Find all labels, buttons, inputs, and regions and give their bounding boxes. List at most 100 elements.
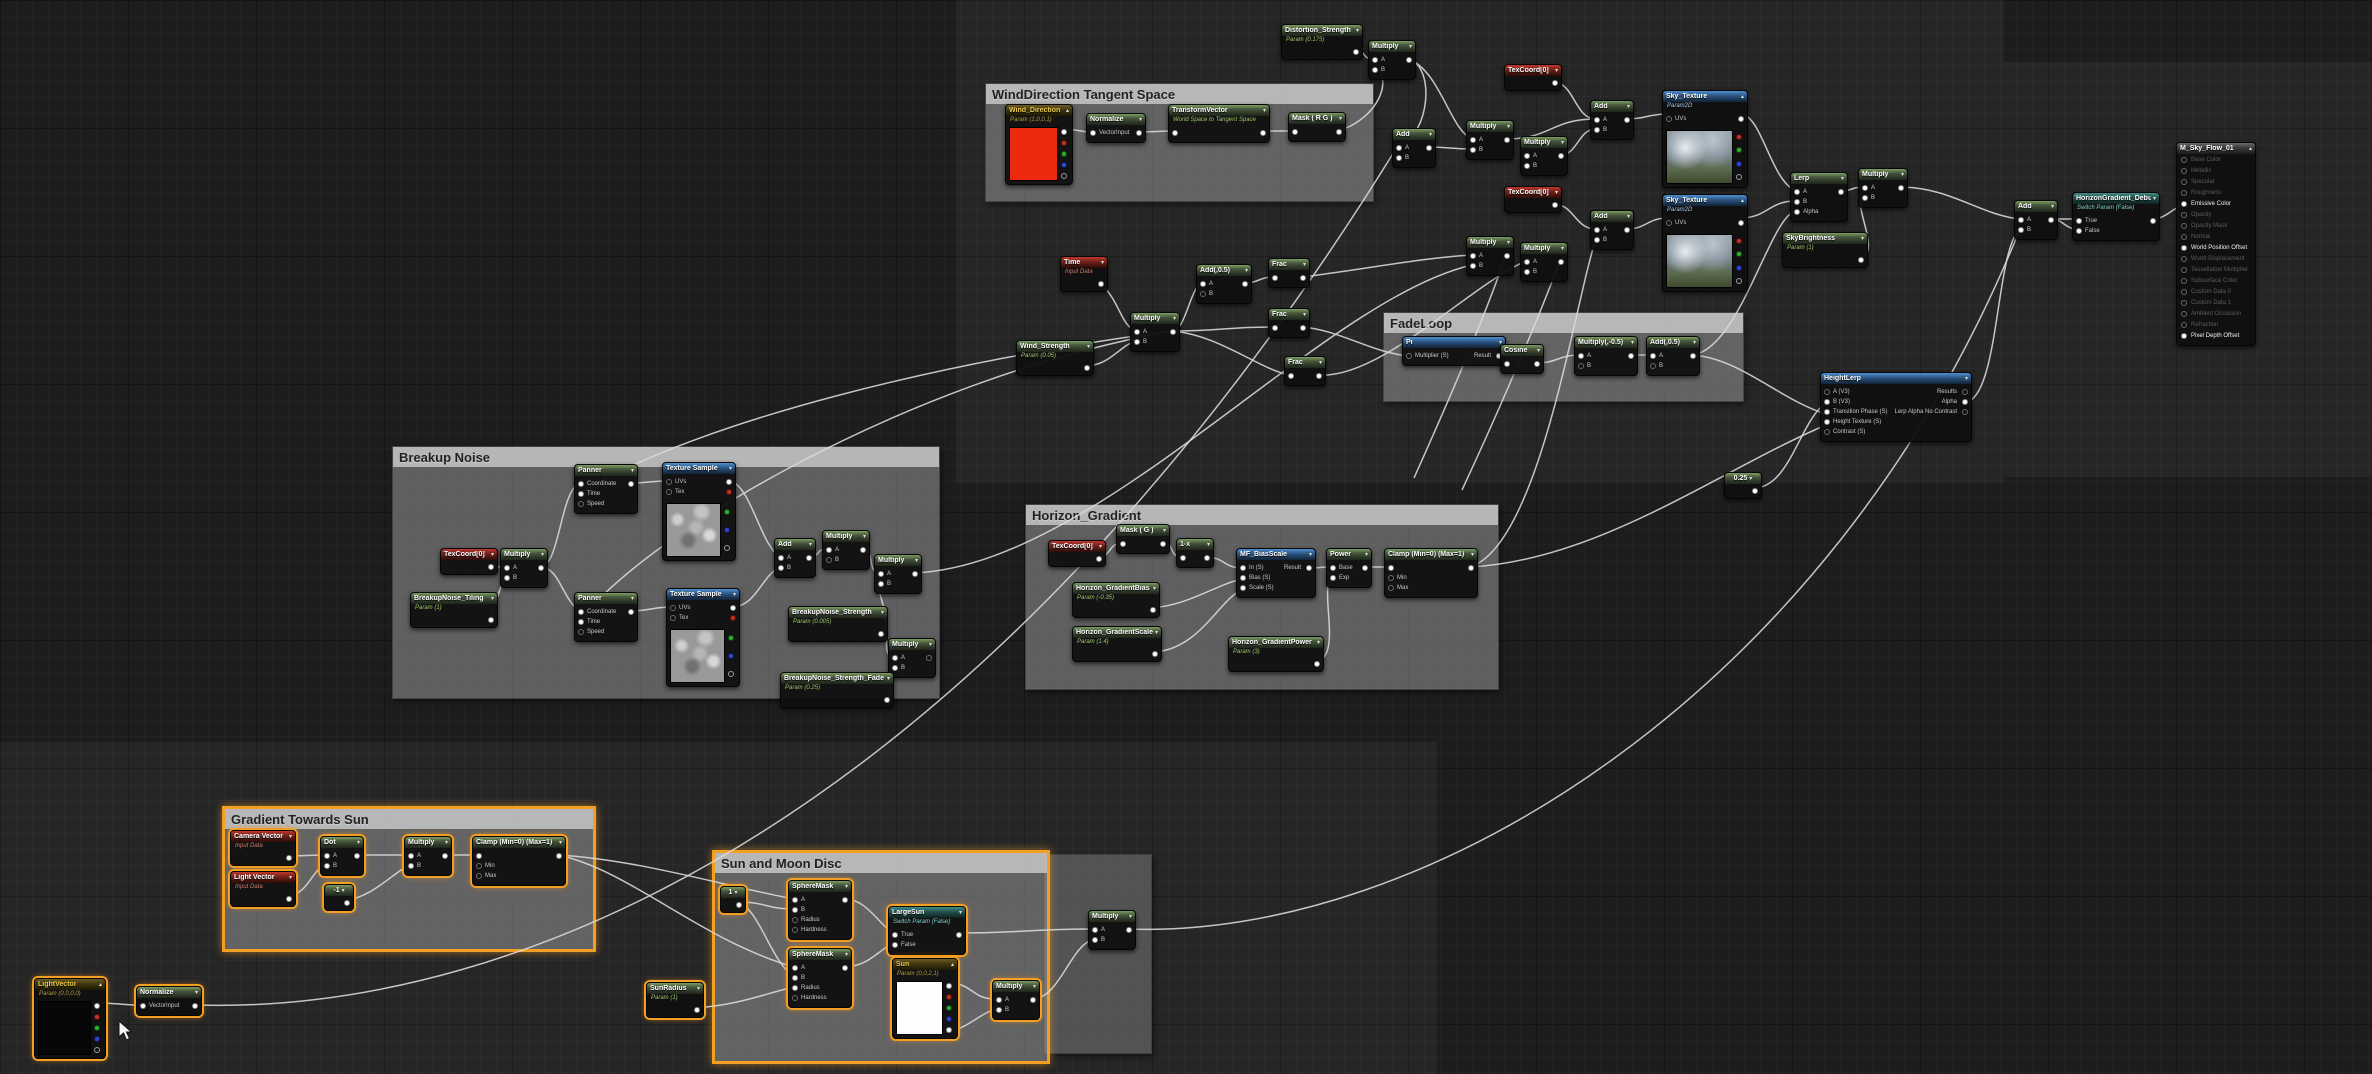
node-const-025[interactable]: 0.25▾: [1724, 472, 1762, 499]
pin[interactable]: [1824, 419, 1830, 425]
pin[interactable]: [724, 527, 730, 533]
pin[interactable]: [1736, 278, 1742, 284]
pin[interactable]: [946, 1005, 952, 1011]
node-sun-radius[interactable]: SunRadius▾Param (1): [646, 982, 704, 1018]
pin[interactable]: [1736, 251, 1742, 257]
pin[interactable]: [792, 917, 798, 923]
node-texture-sample-b[interactable]: Texture Sample▾UVsTex: [666, 588, 740, 687]
node-horizon-bias[interactable]: Horizon_GradientBias▾Param (-0.35): [1072, 582, 1160, 618]
pin[interactable]: [628, 609, 634, 615]
node-frac-a[interactable]: Frac▾: [1268, 258, 1310, 288]
pin[interactable]: [2181, 300, 2187, 306]
node-normalize-light[interactable]: Normalize▾VectorInput: [136, 986, 202, 1016]
collapse-icon[interactable]: ▾: [1561, 139, 1564, 146]
pin[interactable]: [1172, 130, 1178, 136]
node-multiply-uv4[interactable]: Multiply▾AB: [1520, 242, 1568, 282]
node-texcoord-horizon[interactable]: TexCoord[0]▾: [1048, 540, 1106, 567]
node-texture-sample-a[interactable]: Texture Sample▾UVsTex: [662, 462, 736, 561]
pin[interactable]: [1504, 137, 1510, 143]
pin[interactable]: [286, 855, 292, 861]
pin[interactable]: [2181, 157, 2187, 163]
pin[interactable]: [1061, 173, 1067, 179]
node-const-neg1[interactable]: -1▾: [324, 884, 354, 911]
collapse-icon[interactable]: ▾: [195, 989, 198, 996]
pin[interactable]: [946, 1027, 952, 1033]
node-power[interactable]: Power▾BaseExp: [1326, 548, 1372, 588]
pin[interactable]: [2076, 218, 2082, 224]
pin[interactable]: [476, 863, 482, 869]
collapse-icon[interactable]: ▾: [1631, 339, 1634, 346]
pin[interactable]: [694, 1007, 700, 1013]
pin[interactable]: [1552, 202, 1558, 208]
pin[interactable]: [1534, 361, 1540, 367]
pin[interactable]: [578, 619, 584, 625]
collapse-icon[interactable]: ▾: [1309, 551, 1312, 558]
pin[interactable]: [1738, 220, 1744, 226]
pin[interactable]: [826, 547, 832, 553]
collapse-icon[interactable]: ▾: [845, 883, 848, 890]
collapse-icon[interactable]: ▴: [1066, 107, 1069, 114]
pin[interactable]: [728, 671, 734, 677]
pin[interactable]: [556, 853, 562, 859]
pin[interactable]: [1738, 116, 1744, 122]
pin[interactable]: [1624, 227, 1630, 233]
node-texcoord-top[interactable]: TexCoord[0]▾: [1504, 64, 1562, 91]
pin[interactable]: [1736, 134, 1742, 140]
pin[interactable]: [792, 965, 798, 971]
collapse-icon[interactable]: ▴: [1741, 197, 1744, 204]
node-multiply-tiling[interactable]: Multiply▾AB: [500, 548, 548, 588]
pin[interactable]: [1470, 253, 1476, 259]
pin[interactable]: [1624, 117, 1630, 123]
node-camera-vector[interactable]: Camera Vector▾Input Data: [230, 830, 296, 866]
node-const-1[interactable]: 1▾: [720, 886, 746, 913]
node-texcoord-breakup[interactable]: TexCoord[0]▾: [440, 548, 498, 575]
node-m-sky-flow[interactable]: M_Sky_Flow_01▴Base ColorMetallicSpecular…: [2176, 142, 2256, 346]
pin[interactable]: [1242, 281, 1248, 287]
pin[interactable]: [1316, 373, 1322, 379]
collapse-icon[interactable]: ▾: [1263, 107, 1266, 114]
pin[interactable]: [1300, 275, 1306, 281]
pin[interactable]: [2018, 217, 2024, 223]
pin[interactable]: [1736, 238, 1742, 244]
node-multiply-neg[interactable]: Multiply(,-0.5)▾AB: [1574, 336, 1638, 376]
pin[interactable]: [2181, 179, 2187, 185]
collapse-icon[interactable]: ▾: [1429, 131, 1432, 138]
collapse-icon[interactable]: ▾: [1561, 245, 1564, 252]
pin[interactable]: [1336, 129, 1342, 135]
collapse-icon[interactable]: ▾: [887, 675, 890, 682]
collapse-icon[interactable]: ▾: [915, 557, 918, 564]
pin[interactable]: [1858, 257, 1864, 263]
pin[interactable]: [1962, 399, 1968, 405]
pin[interactable]: [1388, 575, 1394, 581]
node-add-sky2[interactable]: Add▾AB: [1590, 210, 1634, 250]
pin[interactable]: [878, 581, 884, 587]
collapse-icon[interactable]: ▴: [1741, 93, 1744, 100]
node-large-sun[interactable]: LargeSun▾Switch Param (False)TrueFalse: [888, 906, 966, 955]
pin[interactable]: [538, 565, 544, 571]
pin[interactable]: [94, 1025, 100, 1031]
pin[interactable]: [1406, 353, 1412, 359]
pin[interactable]: [1752, 488, 1758, 494]
pin[interactable]: [996, 1007, 1002, 1013]
pin[interactable]: [1388, 585, 1394, 591]
pin[interactable]: [1736, 161, 1742, 167]
collapse-icon[interactable]: ▾: [1627, 103, 1630, 110]
collapse-icon[interactable]: ▾: [1537, 347, 1540, 354]
collapse-icon[interactable]: ▾: [1163, 527, 1166, 534]
collapse-icon[interactable]: ▾: [1627, 213, 1630, 220]
node-multiply-fade[interactable]: Multiply▾AB: [888, 638, 936, 678]
pin[interactable]: [1862, 185, 1868, 191]
pin[interactable]: [792, 985, 798, 991]
node-lerp-sky[interactable]: Lerp▾ABAlpha: [1790, 172, 1848, 222]
pin[interactable]: [1300, 325, 1306, 331]
collapse-icon[interactable]: ▾: [2153, 195, 2156, 202]
node-cosine[interactable]: Cosine▾: [1500, 344, 1544, 374]
pin[interactable]: [1396, 155, 1402, 161]
pin[interactable]: [724, 545, 730, 551]
collapse-icon[interactable]: ▾: [289, 874, 292, 881]
pin[interactable]: [2181, 245, 2187, 251]
node-horizon-power[interactable]: Horizon_GradientPower▾Param (3): [1228, 636, 1324, 672]
pin[interactable]: [996, 997, 1002, 1003]
pin[interactable]: [1552, 80, 1558, 86]
pin[interactable]: [408, 863, 414, 869]
